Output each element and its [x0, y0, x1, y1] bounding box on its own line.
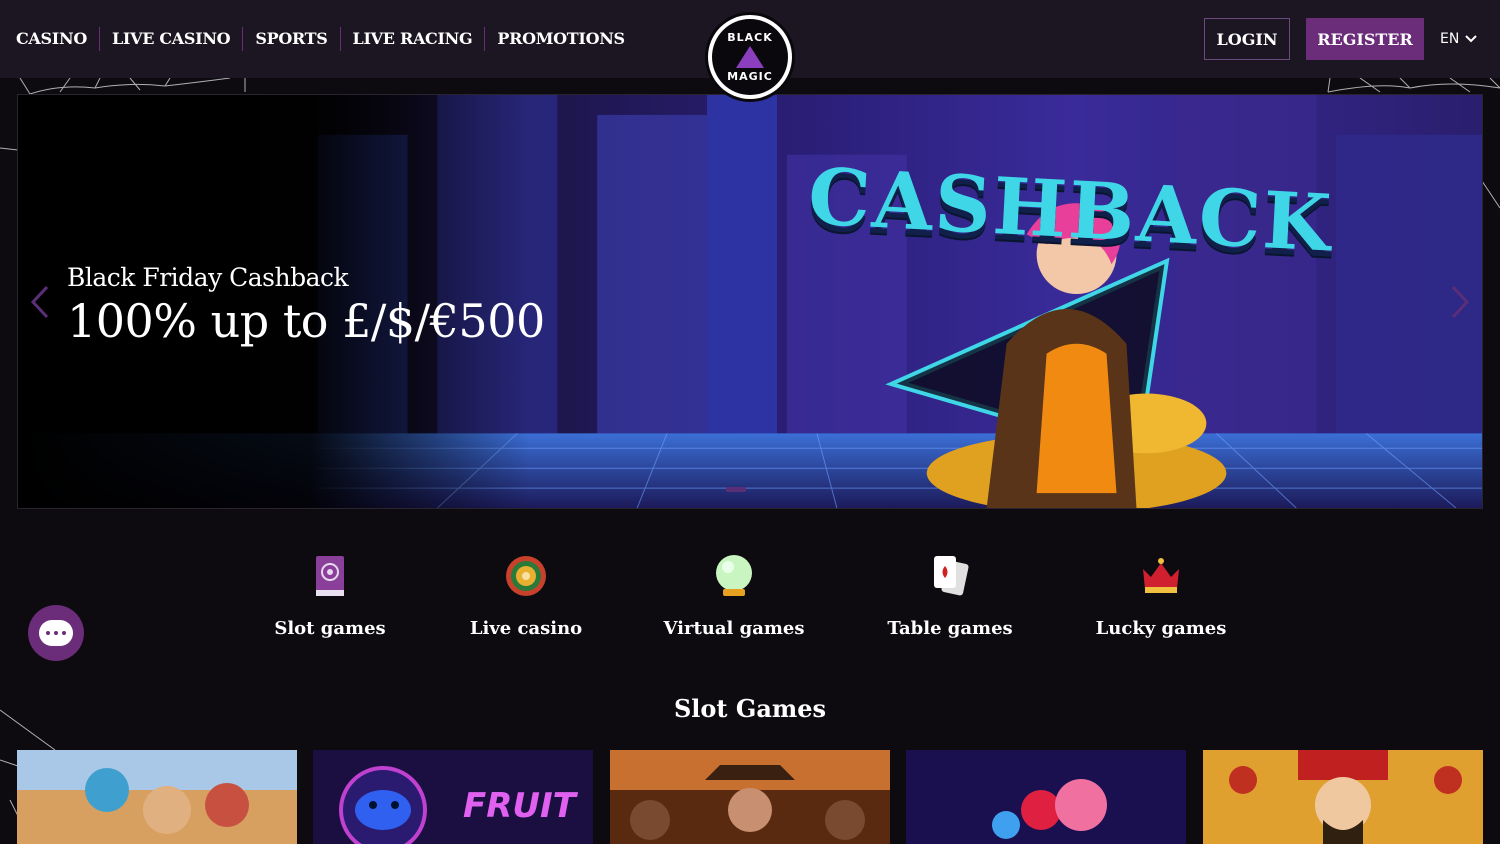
category-live-casino[interactable]: Live casino	[470, 552, 582, 639]
nav-casino[interactable]: CASINO	[16, 27, 100, 51]
hero-subtitle: Black Friday Cashback	[67, 263, 349, 292]
playing-cards-icon	[928, 552, 972, 600]
category-label: Slot games	[274, 618, 386, 639]
site-logo[interactable]: BLACK MAGIC	[705, 12, 795, 102]
witch-hat-icon	[736, 46, 764, 68]
nav-promotions[interactable]: PROMOTIONS	[485, 27, 636, 51]
slot-games-row: FRUIT	[17, 750, 1483, 844]
language-selector[interactable]: EN	[1440, 31, 1500, 47]
category-lucky-games[interactable]: Lucky games	[1096, 552, 1226, 639]
logo-text-top: BLACK	[727, 31, 773, 44]
chevron-left-icon[interactable]	[30, 285, 50, 328]
crystal-ball-icon	[712, 552, 756, 600]
game-categories: Slot games Live casino Virtual games Tab…	[0, 552, 1500, 652]
roulette-icon	[504, 552, 548, 600]
category-slot-games[interactable]: Slot games	[274, 552, 386, 639]
login-button[interactable]: LOGIN	[1204, 18, 1290, 60]
category-table-games[interactable]: Table games	[887, 552, 1013, 639]
header-actions: LOGIN REGISTER EN	[1204, 18, 1500, 60]
game-tile[interactable]	[17, 750, 297, 844]
category-label: Live casino	[469, 618, 583, 639]
register-button[interactable]: REGISTER	[1306, 18, 1424, 60]
logo-text-bottom: MAGIC	[727, 70, 773, 83]
spellbook-icon	[308, 552, 352, 600]
hero-text: Black Friday Cashback 100% up to £/$/€50…	[67, 263, 545, 348]
hero-banner[interactable]: CASHBACK Black Friday Cashback 100% up t…	[17, 94, 1483, 509]
chat-button[interactable]	[28, 605, 84, 661]
category-virtual-games[interactable]: Virtual games	[663, 552, 805, 639]
game-tile-text: FRUIT	[463, 786, 576, 826]
game-tile[interactable]	[1203, 750, 1483, 844]
chevron-right-icon[interactable]	[1450, 285, 1470, 328]
main-nav: CASINO LIVE CASINO SPORTS LIVE RACING PR…	[16, 27, 637, 51]
section-title: Slot Games	[673, 694, 827, 723]
nav-live-racing[interactable]: LIVE RACING	[341, 27, 486, 51]
carousel-indicators	[726, 487, 746, 492]
carousel-dot[interactable]	[726, 487, 746, 492]
category-label: Lucky games	[1095, 618, 1227, 639]
category-label: Table games	[887, 618, 1013, 639]
hero-title: 100% up to £/$/€500	[67, 294, 545, 348]
nav-sports[interactable]: SPORTS	[243, 27, 341, 51]
chevron-down-icon	[1465, 32, 1478, 46]
chat-bubble-icon	[39, 620, 73, 646]
game-tile[interactable]: FRUIT	[313, 750, 593, 844]
game-tile[interactable]	[610, 750, 890, 844]
nav-live-casino[interactable]: LIVE CASINO	[100, 27, 244, 51]
game-tile[interactable]	[906, 750, 1186, 844]
language-label: EN	[1440, 31, 1460, 47]
crown-icon	[1139, 552, 1183, 600]
category-label: Virtual games	[663, 618, 805, 639]
